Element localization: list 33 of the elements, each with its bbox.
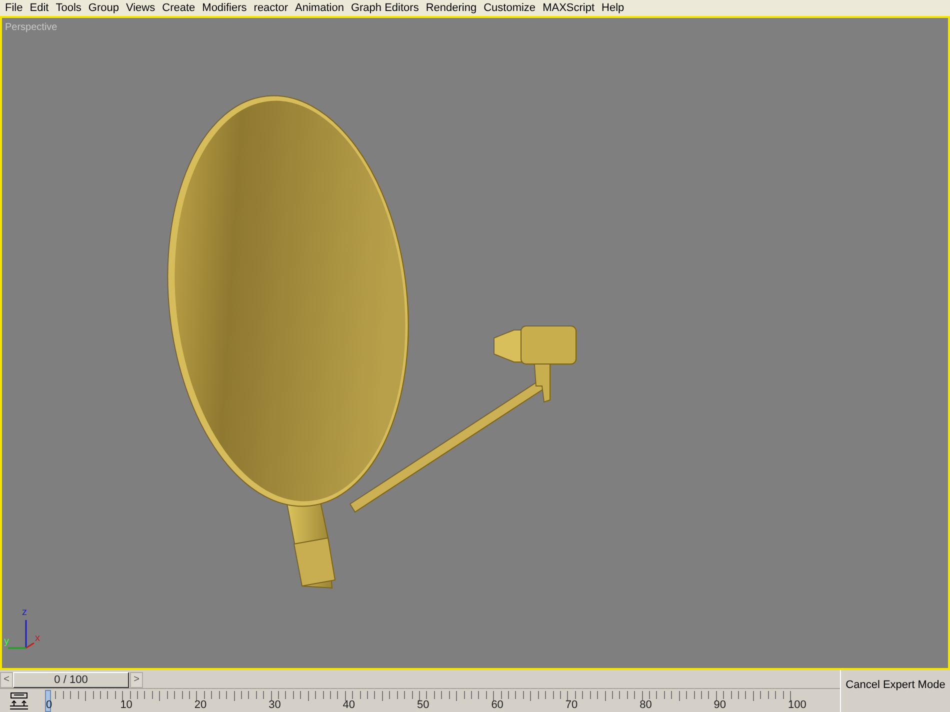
menu-item[interactable]: Rendering <box>424 0 482 16</box>
frame-number: 10 <box>120 699 132 711</box>
menu-item[interactable]: Customize <box>482 0 541 16</box>
menu-item[interactable]: Help <box>600 0 630 16</box>
menu-item[interactable]: Graph Editors <box>348 0 424 16</box>
x-axis-label: x <box>35 634 40 644</box>
frame-number: 90 <box>714 699 726 711</box>
menu-item[interactable]: Tools <box>54 0 86 16</box>
menu-item[interactable]: Views <box>124 0 160 16</box>
frame-number: 20 <box>194 699 207 711</box>
frame-number: 30 <box>268 699 281 711</box>
frame-number: 80 <box>640 699 652 711</box>
previous-frame-button[interactable]: < <box>0 672 13 688</box>
frame-number: 50 <box>417 699 430 711</box>
menu-item[interactable]: Group <box>86 0 124 16</box>
menu-item[interactable]: Animation <box>293 0 349 16</box>
menu-item[interactable]: MAXScript <box>540 0 600 16</box>
menu-item[interactable]: Create <box>160 0 200 16</box>
time-slider-handle[interactable]: 0 / 100 <box>13 672 129 688</box>
frame-number: 60 <box>491 699 504 711</box>
key-filter-icon[interactable] <box>9 692 29 711</box>
frame-number: 100 <box>788 699 806 711</box>
menu-item[interactable]: reactor <box>252 0 294 16</box>
menu-item[interactable]: Edit <box>28 0 54 16</box>
current-frame-marker[interactable] <box>45 690 51 712</box>
next-frame-button[interactable]: > <box>130 672 143 688</box>
frame-number: 70 <box>565 699 578 711</box>
menu-item[interactable]: File <box>3 0 28 16</box>
y-axis-label: y <box>4 637 9 647</box>
menu-item[interactable]: Modifiers <box>200 0 252 16</box>
frame-number: 0 <box>46 699 52 711</box>
z-axis-label: z <box>22 608 27 618</box>
frame-number: 40 <box>342 699 356 711</box>
